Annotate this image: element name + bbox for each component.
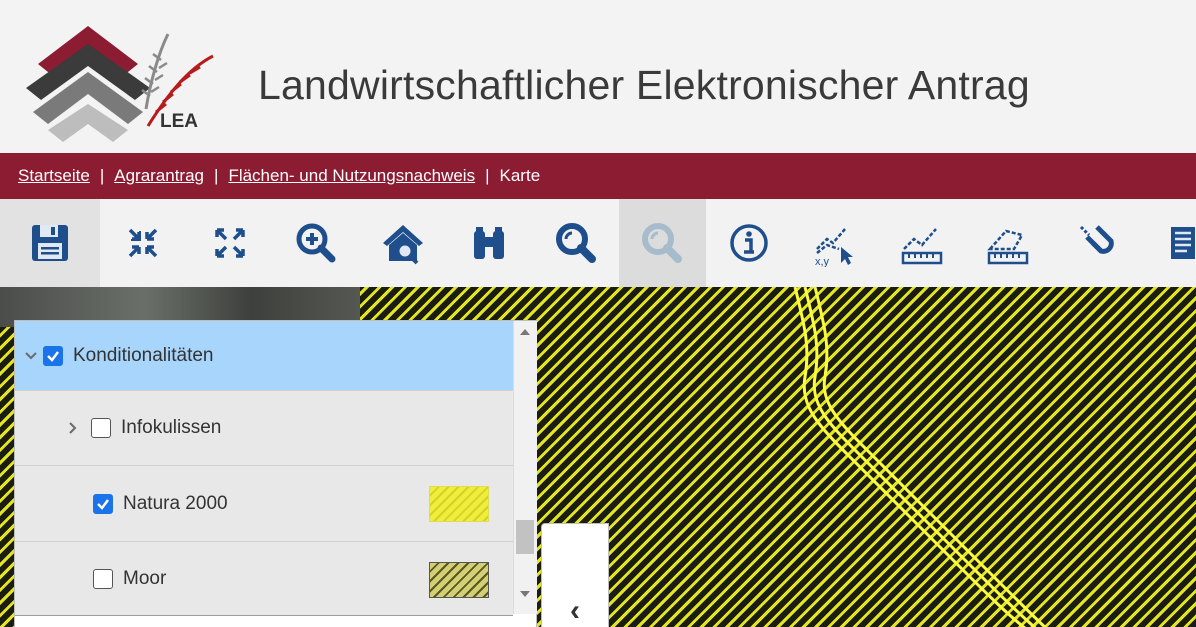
layer-row-konditionalitaeten[interactable]: Konditionalitäten	[15, 321, 513, 390]
coordinate-button[interactable]: x,y	[792, 199, 879, 287]
layer-label: Infokulissen	[121, 417, 222, 438]
layer-scrollbar[interactable]	[513, 321, 537, 614]
layer-label: Konditionalitäten	[73, 344, 214, 366]
expand-arrows-icon	[215, 228, 245, 258]
layer-panel: Konditionalitäten Infokulissen Natura 20…	[14, 320, 537, 627]
layer-label: Natura 2000	[123, 492, 228, 514]
zoom-in-icon	[296, 223, 336, 263]
measure-area-button[interactable]	[965, 199, 1052, 287]
scroll-down-arrow-icon[interactable]	[520, 591, 530, 597]
chevron-left-icon: ‹	[570, 594, 580, 627]
print-button[interactable]	[1138, 199, 1196, 287]
layer-checkbox[interactable]	[43, 345, 63, 366]
scroll-up-arrow-icon[interactable]	[520, 329, 530, 335]
breadcrumb-karte: Karte	[499, 166, 541, 185]
collapse-arrows-icon	[129, 228, 158, 258]
legend-swatch-yellow-hatch	[429, 486, 489, 522]
home-zoom-icon	[382, 225, 423, 265]
layer-label: Moor	[123, 567, 167, 589]
scroll-thumb[interactable]	[516, 520, 534, 554]
layer-row-infokulissen[interactable]: Infokulissen	[15, 390, 513, 465]
zoom-search-disabled-icon	[642, 223, 683, 263]
layer-row-moor[interactable]: Moor	[15, 541, 513, 616]
save-button[interactable]	[0, 199, 100, 287]
svg-text:x,y: x,y	[815, 256, 830, 267]
breadcrumb-separator: |	[99, 166, 105, 185]
zoom-in-button[interactable]	[273, 199, 360, 287]
print-icon	[1171, 227, 1196, 259]
breadcrumb-separator: |	[214, 166, 219, 185]
binoculars-icon	[474, 227, 505, 259]
breadcrumb-startseite[interactable]: Startseite	[18, 166, 90, 186]
layer-checkbox[interactable]	[93, 568, 113, 589]
app-title: Landwirtschaftlicher Elektronischer Antr…	[258, 62, 1030, 108]
search-button[interactable]	[446, 199, 533, 287]
logo-text: LEA	[160, 111, 198, 132]
app-header: LEA Landwirtschaftlicher Elektronischer …	[0, 0, 1196, 153]
save-icon	[32, 225, 68, 261]
measure-line-icon	[901, 228, 942, 265]
measure-line-button[interactable]	[879, 199, 966, 287]
info-button[interactable]	[706, 199, 793, 287]
layer-checkbox[interactable]	[91, 418, 111, 438]
xy-coordinate-icon: x,y	[815, 228, 854, 267]
zoom-search-disabled-button[interactable]	[619, 199, 706, 287]
breadcrumb-agrarantrag[interactable]: Agrarantrag	[114, 166, 204, 186]
breadcrumb-flaechen-nachweis[interactable]: Flächen- und Nutzungsnachweis	[228, 166, 475, 186]
collapse-panel-button[interactable]: ‹	[541, 523, 609, 627]
zoom-search-icon	[555, 223, 596, 263]
zoom-home-button[interactable]	[360, 199, 447, 287]
legend-swatch-olive-hatch	[429, 562, 489, 598]
chevron-right-icon[interactable]	[65, 420, 81, 436]
zoom-to-extent-button[interactable]	[100, 199, 187, 287]
snap-button[interactable]	[1052, 199, 1139, 287]
zoom-search-button[interactable]	[533, 199, 620, 287]
full-extent-button[interactable]	[187, 199, 274, 287]
breadcrumb: Startseite | Agrarantrag | Flächen- und …	[0, 153, 1196, 199]
magnet-snap-icon	[1079, 225, 1114, 254]
chevron-down-icon[interactable]	[23, 348, 39, 364]
info-icon	[730, 224, 768, 262]
map-toolbar: x,y	[0, 199, 1196, 287]
breadcrumb-separator: |	[485, 166, 490, 185]
layer-checkbox[interactable]	[93, 493, 113, 514]
layer-row-natura-2000[interactable]: Natura 2000	[15, 465, 513, 541]
measure-area-icon	[987, 229, 1029, 265]
